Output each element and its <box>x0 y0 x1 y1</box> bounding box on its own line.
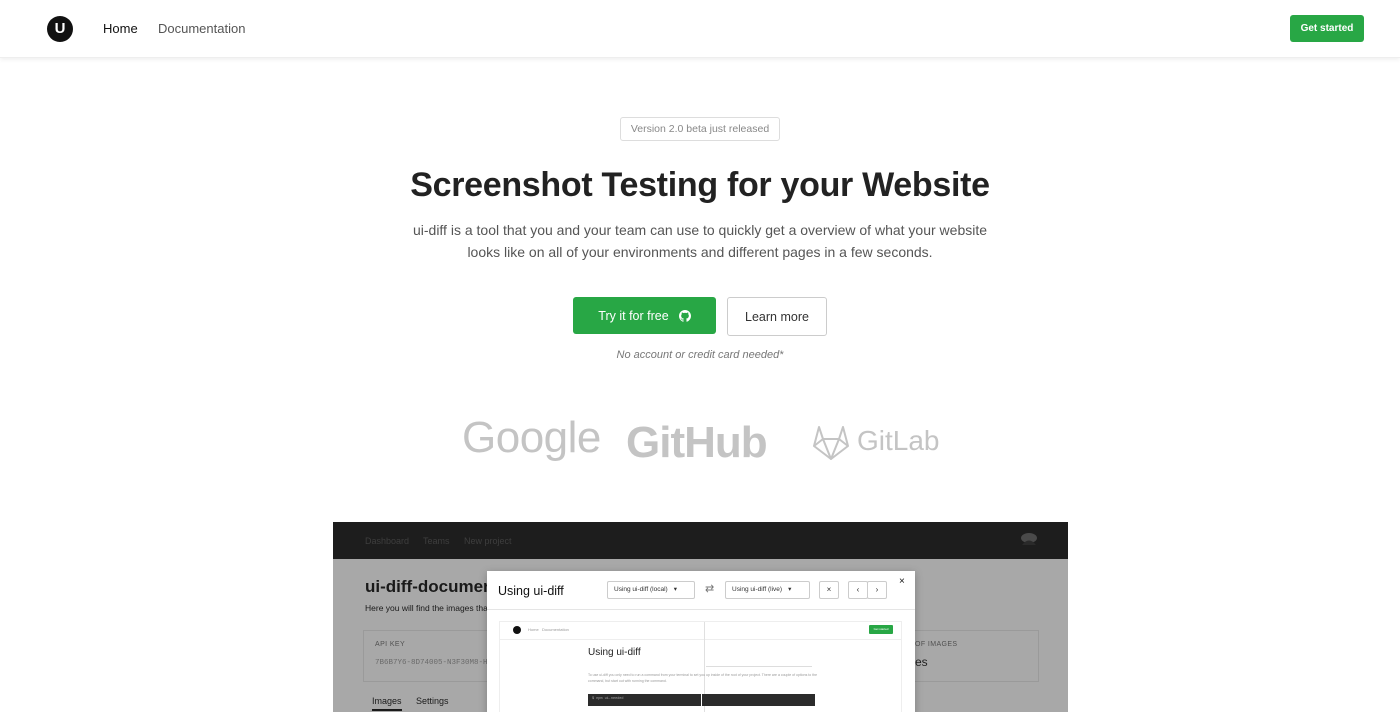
mini-code-block: $ npm ui-needed <box>588 694 815 706</box>
mini-horizontal-line <box>706 666 812 667</box>
avatar-icon <box>1021 533 1037 545</box>
github-logo: GitHub <box>626 418 768 467</box>
github-icon <box>678 309 691 322</box>
chevron-down-icon: ▾ <box>788 586 792 593</box>
images-count: es <box>915 655 928 669</box>
preview-nav-new-project: New project <box>464 536 512 546</box>
preview-nav-teams: Teams <box>423 536 450 546</box>
mini-link-docs: Documentation <box>542 627 569 632</box>
modal-remove-button: × <box>819 581 839 599</box>
modal-select-left-label: Using ui-diff (local) <box>614 586 668 593</box>
try-for-free-label: Try it for free <box>598 308 669 323</box>
mini-page: Home Documentation Get started Using ui-… <box>499 621 902 712</box>
api-key-value: 7B6B7Y6-8D74005-N3F30M8-H <box>375 659 488 667</box>
hero-subtitle-line-1: ui-diff is a tool that you and your team… <box>412 222 988 238</box>
mini-logo <box>513 626 521 634</box>
top-nav: U Home Documentation Get started <box>0 0 1400 58</box>
preview-project-title: ui-diff-documen <box>365 577 494 596</box>
modal-title: Using ui-diff <box>498 584 564 598</box>
preview-description: Here you will find the images tha <box>365 603 488 613</box>
get-started-button[interactable]: Get started <box>1290 15 1364 42</box>
modal-next-button: › <box>867 581 887 599</box>
images-card: OF IMAGES es <box>905 630 1039 682</box>
modal-select-right-label: Using ui-diff (live) <box>732 586 783 593</box>
hero-subtitle-line-2: looks like on all of your environments a… <box>467 244 933 260</box>
nav-link-home[interactable]: Home <box>103 21 138 36</box>
try-for-free-button[interactable]: Try it for free <box>573 297 716 334</box>
modal-divider <box>487 609 915 610</box>
learn-more-button[interactable]: Learn more <box>727 297 827 336</box>
hero-subtitle: ui-diff is a tool that you and your team… <box>400 219 1000 263</box>
modal-prev-button: ‹ <box>848 581 868 599</box>
version-badge[interactable]: Version 2.0 beta just released <box>620 117 780 141</box>
mini-link-home: Home <box>528 627 539 632</box>
app-preview: Dashboard Teams New project ui-diff-docu… <box>333 522 1068 712</box>
preview-tab-images: Images <box>372 696 402 711</box>
mini-get-started: Get started <box>869 625 893 634</box>
preview-modal: Using ui-diff Using ui-diff (local) ▾ ⇄ … <box>487 571 915 712</box>
api-key-card: API KEY 7B6B7Y6-8D74005-N3F30M8-H <box>363 630 493 682</box>
modal-select-left: Using ui-diff (local) ▾ <box>607 581 695 599</box>
nav-link-documentation[interactable]: Documentation <box>158 21 245 36</box>
modal-select-right: Using ui-diff (live) ▾ <box>725 581 810 599</box>
preview-tab-settings: Settings <box>416 696 449 706</box>
gitlab-logo: GitLab <box>857 425 940 456</box>
mini-title: Using ui-diff <box>588 647 641 658</box>
gitlab-icon <box>813 426 849 460</box>
preview-nav: Dashboard Teams New project <box>333 522 1068 559</box>
chevron-down-icon: ▾ <box>673 586 677 593</box>
mini-divider <box>500 639 901 640</box>
logo[interactable]: U <box>47 16 73 42</box>
mini-code-text: $ npm ui-needed <box>592 697 624 701</box>
images-label: OF IMAGES <box>915 641 958 648</box>
api-key-label: API KEY <box>375 641 406 648</box>
mini-code-split <box>701 694 702 706</box>
page-title: Screenshot Testing for your Website <box>410 166 990 204</box>
google-logo: Google <box>462 413 601 462</box>
preview-nav-dashboard: Dashboard <box>365 536 410 546</box>
swap-icon: ⇄ <box>705 583 715 595</box>
mini-text: To use ui-diff you only need to run a co… <box>588 673 818 683</box>
no-account-note: No account or credit card needed* <box>616 349 784 361</box>
close-icon: × <box>899 576 905 587</box>
